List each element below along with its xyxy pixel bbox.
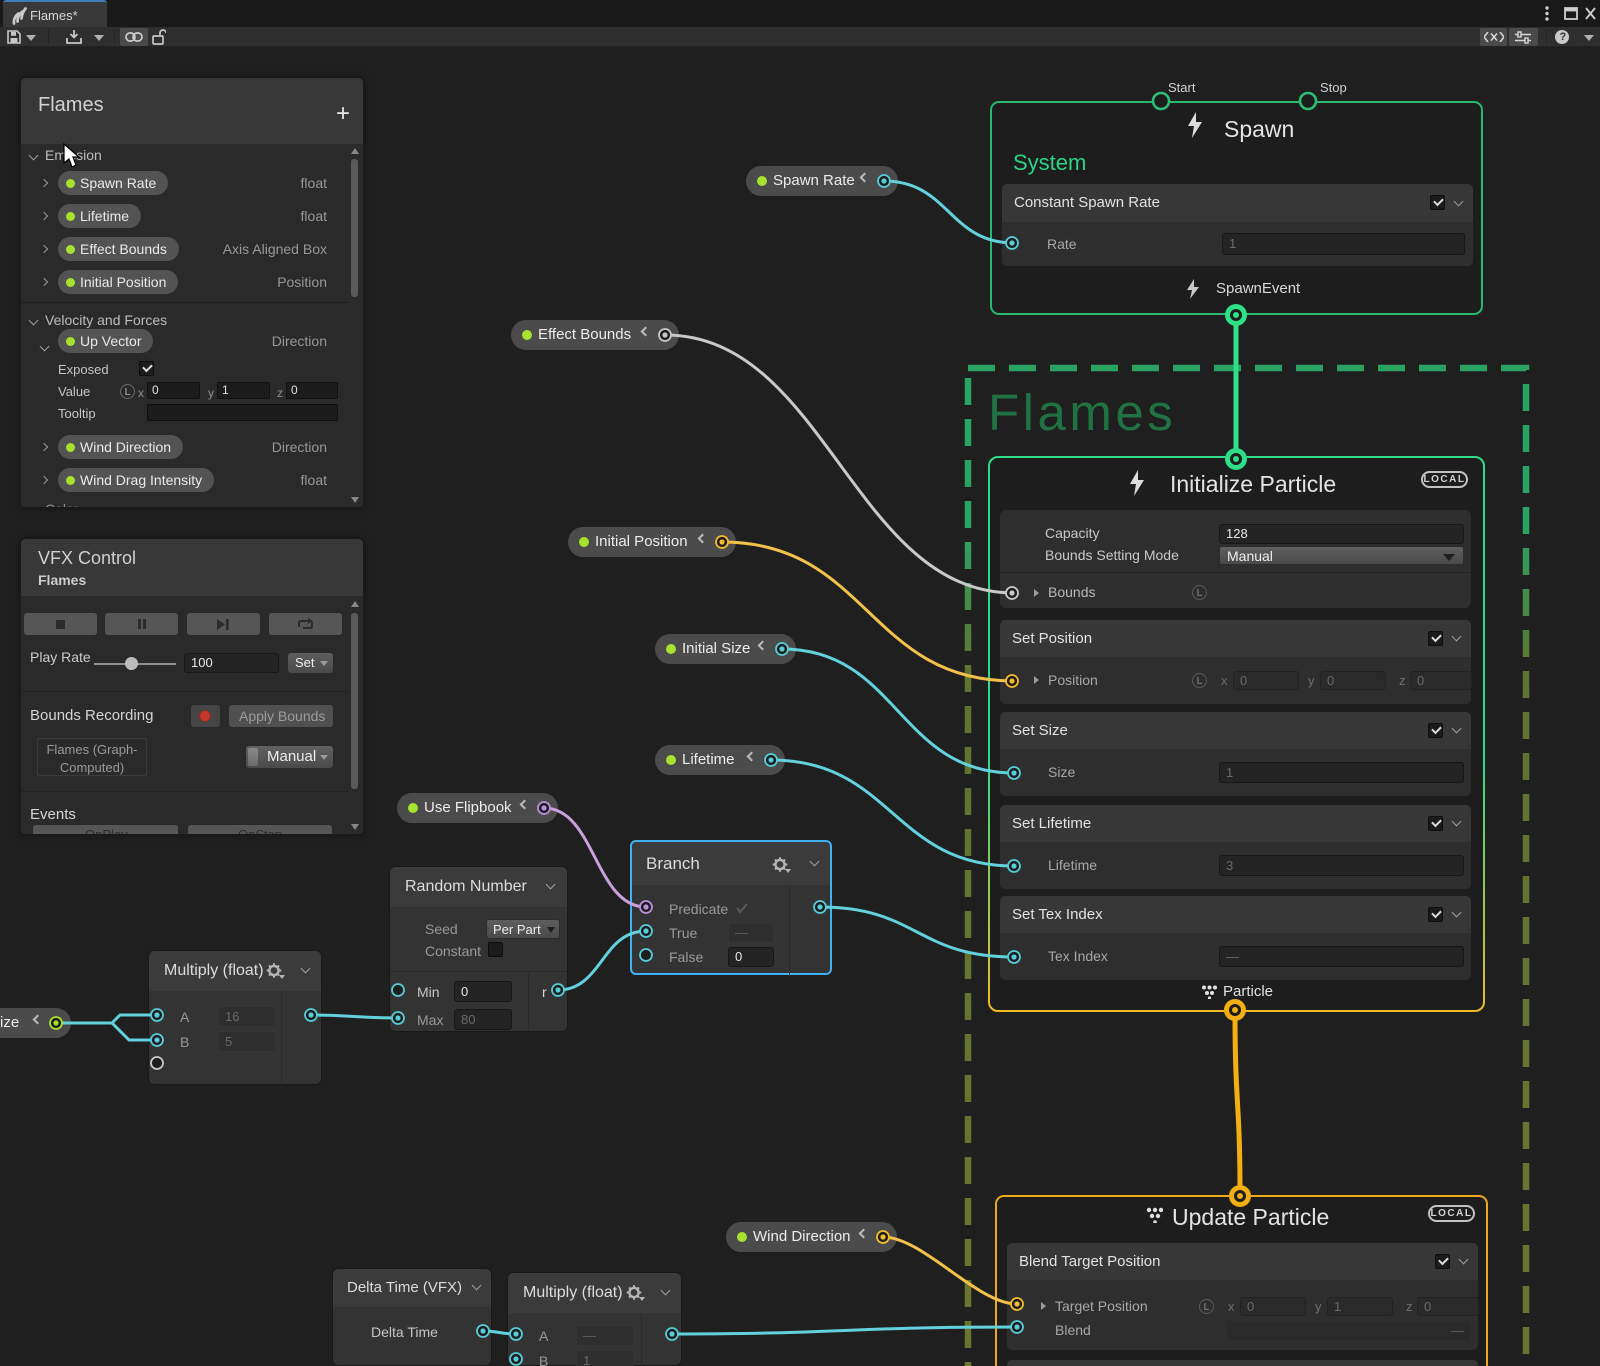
svg-text:Flames: Flames bbox=[988, 384, 1176, 441]
